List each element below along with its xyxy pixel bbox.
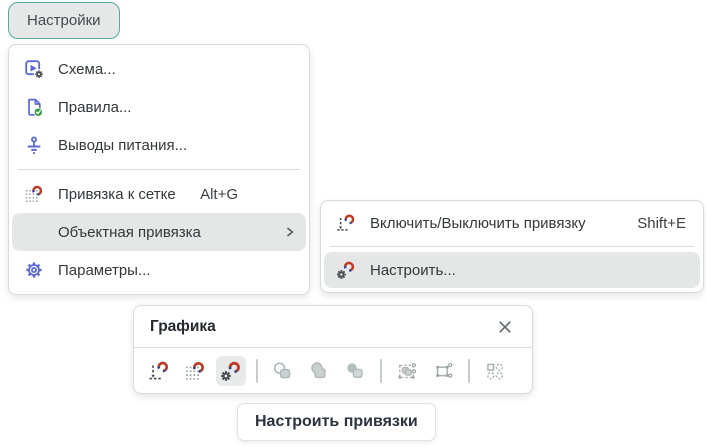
submenu-item-shortcut: Shift+E [637,214,686,232]
toolbar-separator [256,358,258,383]
tool-shape-exclude-button[interactable] [268,356,298,386]
snap-toggle-magnet-icon [149,359,170,379]
edit-nodes-icon [436,362,453,378]
graphics-panel-titlebar: Графика [134,306,532,348]
power-pin-ground-icon [24,135,44,155]
tool-shape-union-button[interactable] [304,356,334,386]
grid-snap-magnet-icon [186,359,206,381]
toolbar-separator [380,358,382,383]
graphics-panel-title: Графика [150,317,216,335]
menu-item-label: Привязка к сетке [58,185,176,203]
menu-separator [18,169,300,170]
menu-item-object-snap[interactable]: Объектная привязка [12,213,306,251]
menu-item-label: Выводы питания... [58,136,188,154]
close-icon [499,320,511,333]
menu-item-shortcut: Alt+G [200,185,238,203]
tool-edit-nodes-button[interactable] [428,356,458,386]
toolbar-separator [468,358,470,383]
submenu-separator [330,246,694,247]
settings-menu-button-label: Настройки [27,12,101,29]
tool-grid-snap-button[interactable] [180,356,210,386]
menu-item-label: Схема... [58,60,116,78]
chevron-right-icon [284,226,296,238]
tooltip-text: Настроить привязки [255,413,418,430]
graphics-toolbar [134,348,532,393]
rules-check-icon [24,97,44,117]
menu-item-parameters[interactable]: Параметры... [12,251,306,289]
settings-dropdown-menu: Схема... Правила... Выводы питания... Пр… [8,44,310,295]
select-group-icon [398,362,417,379]
shape-intersect-icon [347,362,363,378]
submenu-item-toggle-snap[interactable]: Включить/Выключить привязку Shift+E [324,205,700,241]
tool-shape-intersect-button[interactable] [340,356,370,386]
object-snap-submenu: Включить/Выключить привязку Shift+E Наст… [320,200,704,293]
snap-toggle-magnet-icon [336,213,356,233]
gear-outline-icon [24,260,44,280]
menu-item-label: Параметры... [58,261,151,279]
menu-item-power-pins[interactable]: Выводы питания... [12,126,306,164]
tooltip: Настроить привязки [237,403,436,441]
submenu-item-label: Включить/Выключить привязку [370,214,586,232]
menu-item-rules[interactable]: Правила... [12,88,306,126]
schema-icon [24,59,44,79]
snap-configure-magnet-icon [220,359,242,382]
menu-item-label: Объектная привязка [58,223,201,241]
menu-item-schema[interactable]: Схема... [12,50,306,88]
menu-item-label: Правила... [58,98,132,116]
tool-snap-toggle-button[interactable] [144,356,174,386]
screen: Настройки Схема... Правила... Выводы пит… [0,0,706,447]
submenu-item-configure-snap[interactable]: Настроить... [324,252,700,288]
shape-exclude-icon [273,361,291,378]
graphics-panel: Графика [133,305,533,394]
tool-select-group-button[interactable] [392,356,422,386]
submenu-item-label: Настроить... [370,261,456,279]
tool-align-objects-button[interactable] [480,356,510,386]
grid-snap-magnet-icon [24,184,44,204]
close-button[interactable] [494,316,516,338]
snap-configure-magnet-icon [336,260,356,280]
align-objects-icon [487,362,504,379]
tool-snap-configure-button[interactable] [216,355,246,386]
menu-item-grid-snap[interactable]: Привязка к сетке Alt+G [12,175,306,213]
settings-menu-button[interactable]: Настройки [8,2,120,39]
shape-union-icon [311,361,326,378]
